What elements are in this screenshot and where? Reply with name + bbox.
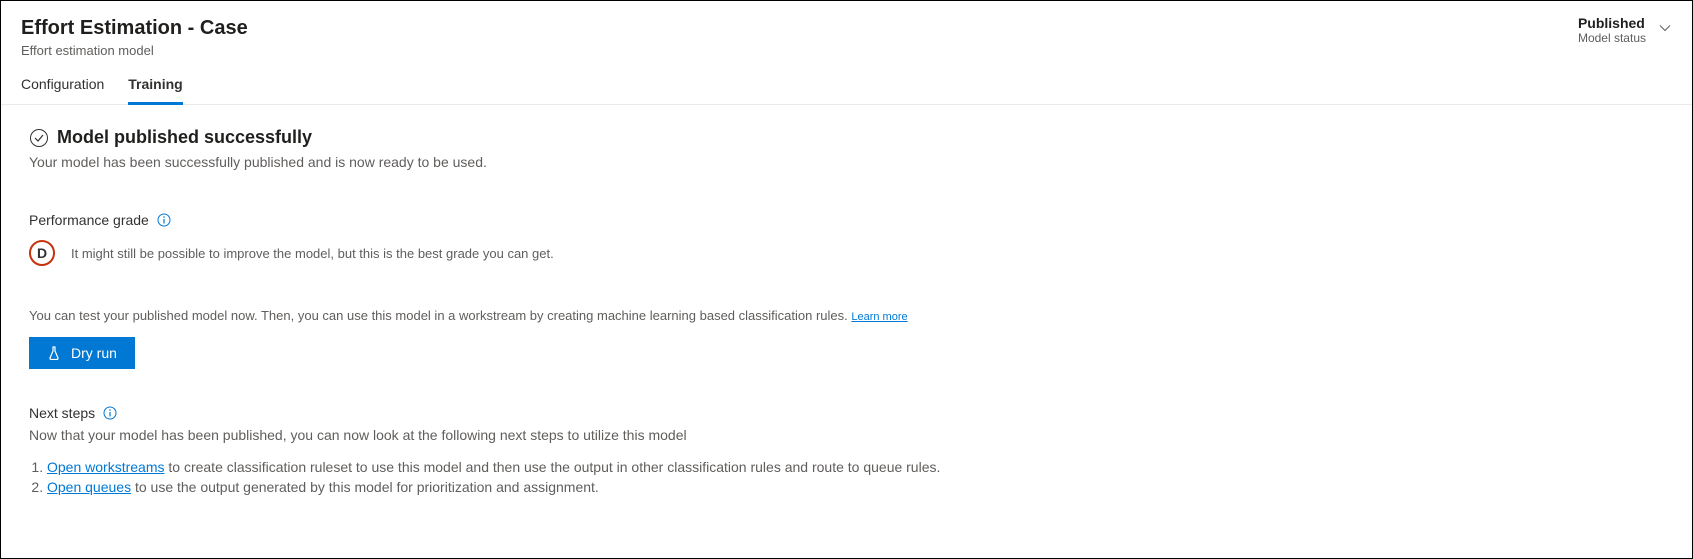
tab-training[interactable]: Training — [128, 76, 182, 105]
list-item: Open workstreams to create classificatio… — [47, 459, 1664, 475]
next-steps-heading: Next steps — [29, 405, 95, 421]
open-queues-link[interactable]: Open queues — [47, 479, 131, 495]
dry-run-label: Dry run — [71, 345, 117, 361]
grade-row: D It might still be possible to improve … — [29, 240, 1664, 266]
main-content: Model published successfully Your model … — [1, 105, 1692, 521]
grade-description: It might still be possible to improve th… — [71, 246, 554, 261]
checkmark-circle-icon — [29, 128, 49, 148]
model-status-label: Model status — [1578, 31, 1646, 45]
next-steps-list: Open workstreams to create classificatio… — [29, 459, 1664, 495]
open-workstreams-link[interactable]: Open workstreams — [47, 459, 164, 475]
list-item: Open queues to use the output generated … — [47, 479, 1664, 495]
performance-heading: Performance grade — [29, 212, 149, 228]
page-subtitle: Effort estimation model — [21, 43, 248, 58]
flask-icon — [47, 346, 61, 360]
model-status-value: Published — [1578, 15, 1646, 31]
page-title: Effort Estimation - Case — [21, 15, 248, 41]
success-description: Your model has been successfully publish… — [29, 154, 1664, 170]
success-heading-row: Model published successfully — [29, 127, 1664, 148]
success-heading: Model published successfully — [57, 127, 312, 148]
grade-badge: D — [29, 240, 55, 266]
performance-heading-row: Performance grade — [29, 212, 1664, 228]
test-description-text: You can test your published model now. T… — [29, 308, 851, 323]
info-icon[interactable] — [157, 213, 171, 227]
page-header: Effort Estimation - Case Effort estimati… — [1, 1, 1692, 58]
header-left: Effort Estimation - Case Effort estimati… — [21, 15, 248, 58]
next-steps-heading-row: Next steps — [29, 405, 1664, 421]
step-suffix: to use the output generated by this mode… — [131, 479, 599, 495]
tab-bar: Configuration Training — [1, 58, 1692, 105]
tab-configuration[interactable]: Configuration — [21, 76, 104, 105]
info-icon[interactable] — [103, 406, 117, 420]
dry-run-button[interactable]: Dry run — [29, 337, 135, 369]
chevron-down-icon[interactable] — [1658, 21, 1672, 35]
learn-more-link[interactable]: Learn more — [851, 311, 907, 323]
model-status-block: Published Model status — [1578, 15, 1646, 45]
test-description: You can test your published model now. T… — [29, 308, 1664, 323]
step-suffix: to create classification ruleset to use … — [164, 459, 940, 475]
header-right: Published Model status — [1578, 15, 1672, 45]
next-steps-description: Now that your model has been published, … — [29, 427, 1664, 443]
